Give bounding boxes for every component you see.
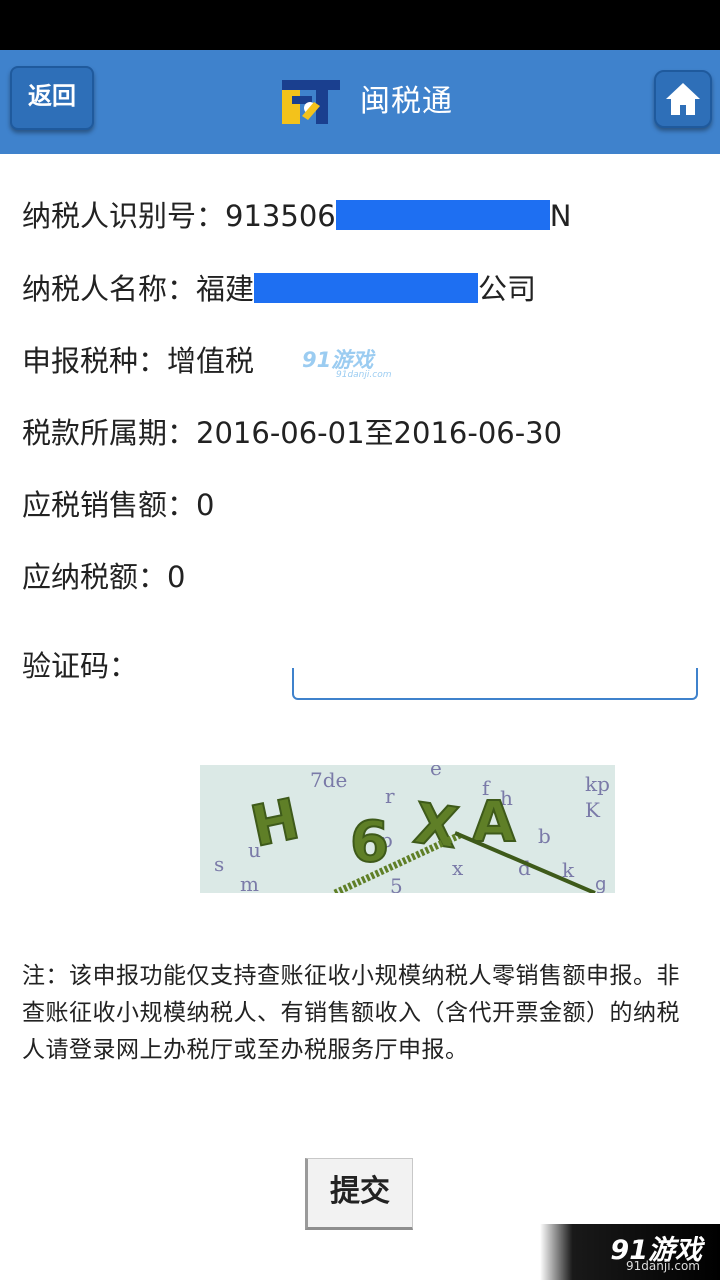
watermark-url: 91danji.com (336, 370, 392, 380)
svg-text:s: s (214, 852, 224, 876)
svg-text:m: m (240, 872, 259, 893)
back-button[interactable]: 返回 (10, 66, 94, 130)
captcha-label: 验证码： (22, 649, 139, 683)
svg-text:5: 5 (390, 874, 403, 893)
taxable-sales-value: 0 (196, 488, 215, 522)
taxpayer-name-row: 纳税人名称：福建 公司 (22, 269, 536, 309)
taxpayer-id-prefix: 913506 (225, 199, 336, 233)
tax-type-row: 申报税种：增值税 (22, 341, 254, 381)
tax-payable-label: 应纳税额： (22, 560, 168, 594)
taxpayer-name-suffix: 公司 (478, 272, 537, 306)
submit-button[interactable]: 提交 (305, 1158, 413, 1230)
svg-text:kp: kp (585, 772, 610, 796)
taxpayer-id-label: 纳税人识别号： (22, 199, 226, 233)
captcha-text: H 6 X A (245, 786, 517, 876)
mst-logo-icon (280, 78, 344, 126)
tax-payable-row: 应纳税额：0 (22, 557, 185, 597)
home-button[interactable] (654, 70, 712, 128)
redaction-bar (335, 200, 550, 230)
svg-text:e: e (430, 765, 442, 780)
svg-text:r: r (385, 784, 395, 808)
svg-text:6: 6 (350, 810, 389, 875)
taxpayer-id-suffix: N (549, 199, 572, 233)
tax-payable-value: 0 (167, 560, 186, 594)
taxable-sales-label: 应税销售额： (22, 488, 197, 522)
taxable-sales-row: 应税销售额：0 (22, 485, 214, 525)
captcha-input[interactable] (292, 668, 698, 700)
period-label: 税款所属期： (22, 416, 197, 450)
taxpayer-name-prefix: 福建 (196, 272, 255, 306)
app-header: 返回 闽税通 (0, 50, 720, 154)
period-row: 税款所属期：2016-06-01至2016-06-30 (22, 413, 562, 453)
period-value: 2016-06-01至2016-06-30 (196, 416, 563, 450)
watermark-brand: 91游戏 (302, 348, 374, 372)
status-bar (0, 0, 720, 50)
taxpayer-name-label: 纳税人名称： (22, 272, 197, 306)
svg-text:K: K (585, 798, 601, 822)
corner-watermark-url: 91danji.com (626, 1259, 700, 1273)
app-title: 闽税通 (360, 84, 453, 119)
taxpayer-id-row: 纳税人识别号：913506 N (22, 196, 571, 236)
captcha-image[interactable]: 7de r f e kp K s u m p x d b k 5 h H 6 X… (200, 765, 615, 893)
notice-text: 注：该申报功能仅支持查账征收小规模纳税人零销售额申报。非查账征收小规模纳税人、有… (22, 963, 680, 1063)
tax-type-value: 增值税 (167, 344, 255, 378)
tax-type-label: 申报税种： (22, 344, 168, 378)
svg-text:x: x (452, 856, 464, 880)
watermark-logo: 91游戏 91danji.com (302, 344, 391, 380)
svg-text:7de: 7de (310, 768, 347, 792)
redaction-bar (254, 273, 479, 303)
svg-text:g: g (595, 874, 606, 893)
corner-watermark: 91游戏 91danji.com (540, 1224, 720, 1280)
svg-text:b: b (538, 824, 551, 848)
home-icon (666, 83, 700, 115)
